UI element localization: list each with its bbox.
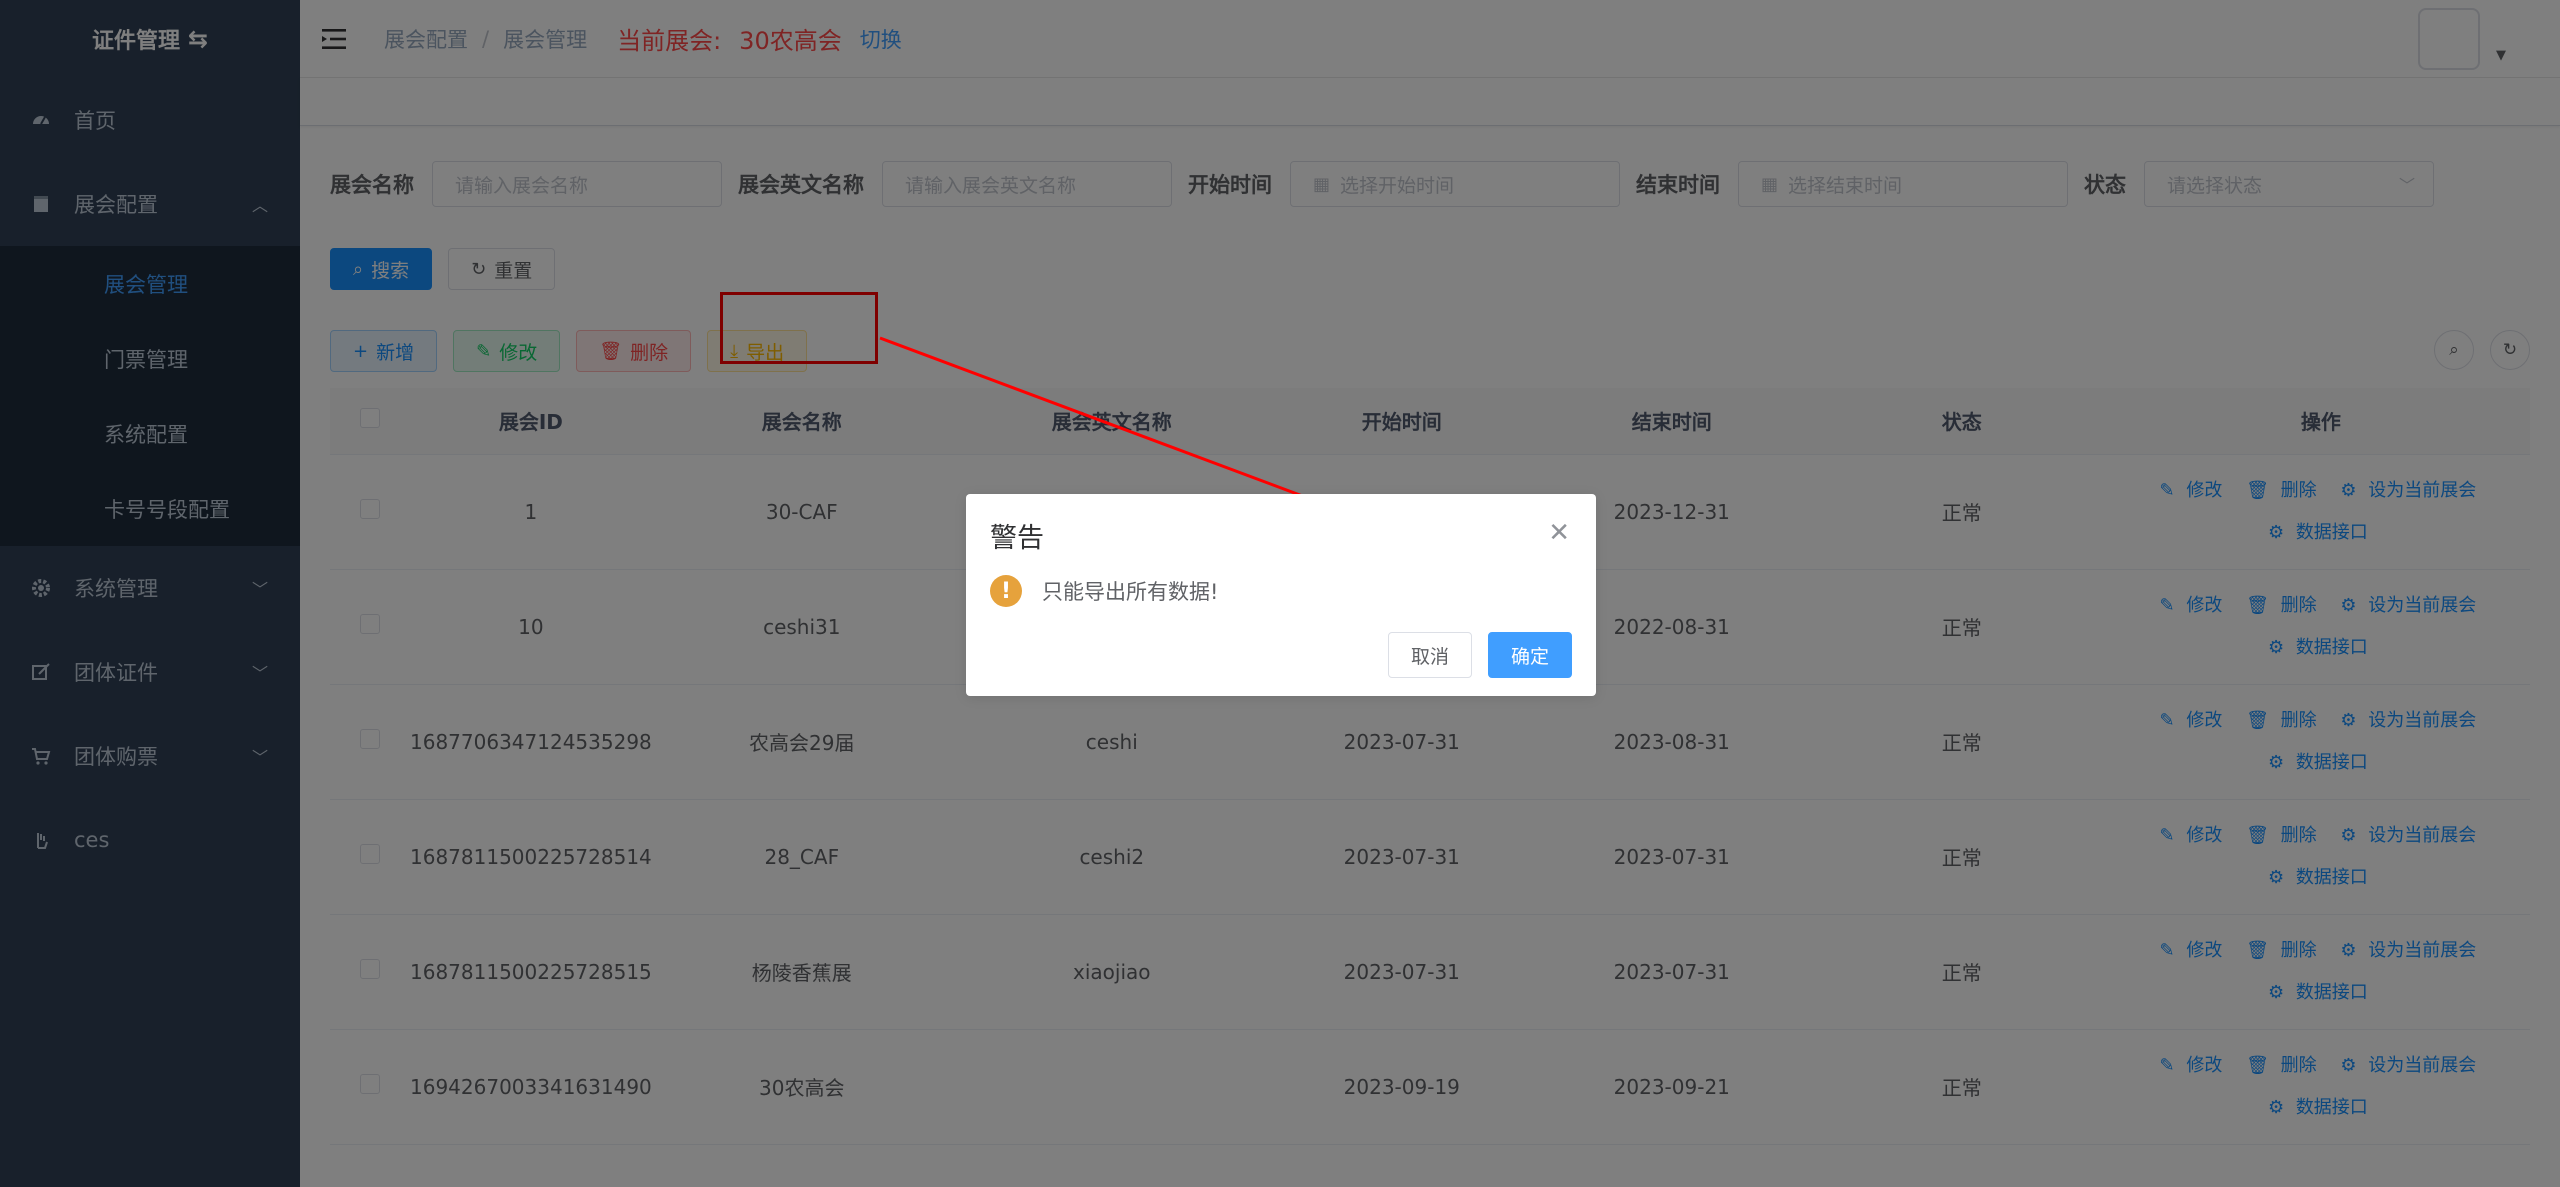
dialog-message: 只能导出所有数据! (1042, 580, 1219, 604)
warning-icon: ! (990, 575, 1022, 607)
close-icon[interactable]: ✕ (1548, 518, 1570, 548)
confirm-button[interactable]: 确定 (1487, 632, 1572, 678)
warning-dialog: 警告 ✕ ! 只能导出所有数据! 取消 确定 (966, 494, 1596, 696)
cancel-button[interactable]: 取消 (1387, 632, 1472, 678)
dialog-title: 警告 (990, 523, 1044, 554)
